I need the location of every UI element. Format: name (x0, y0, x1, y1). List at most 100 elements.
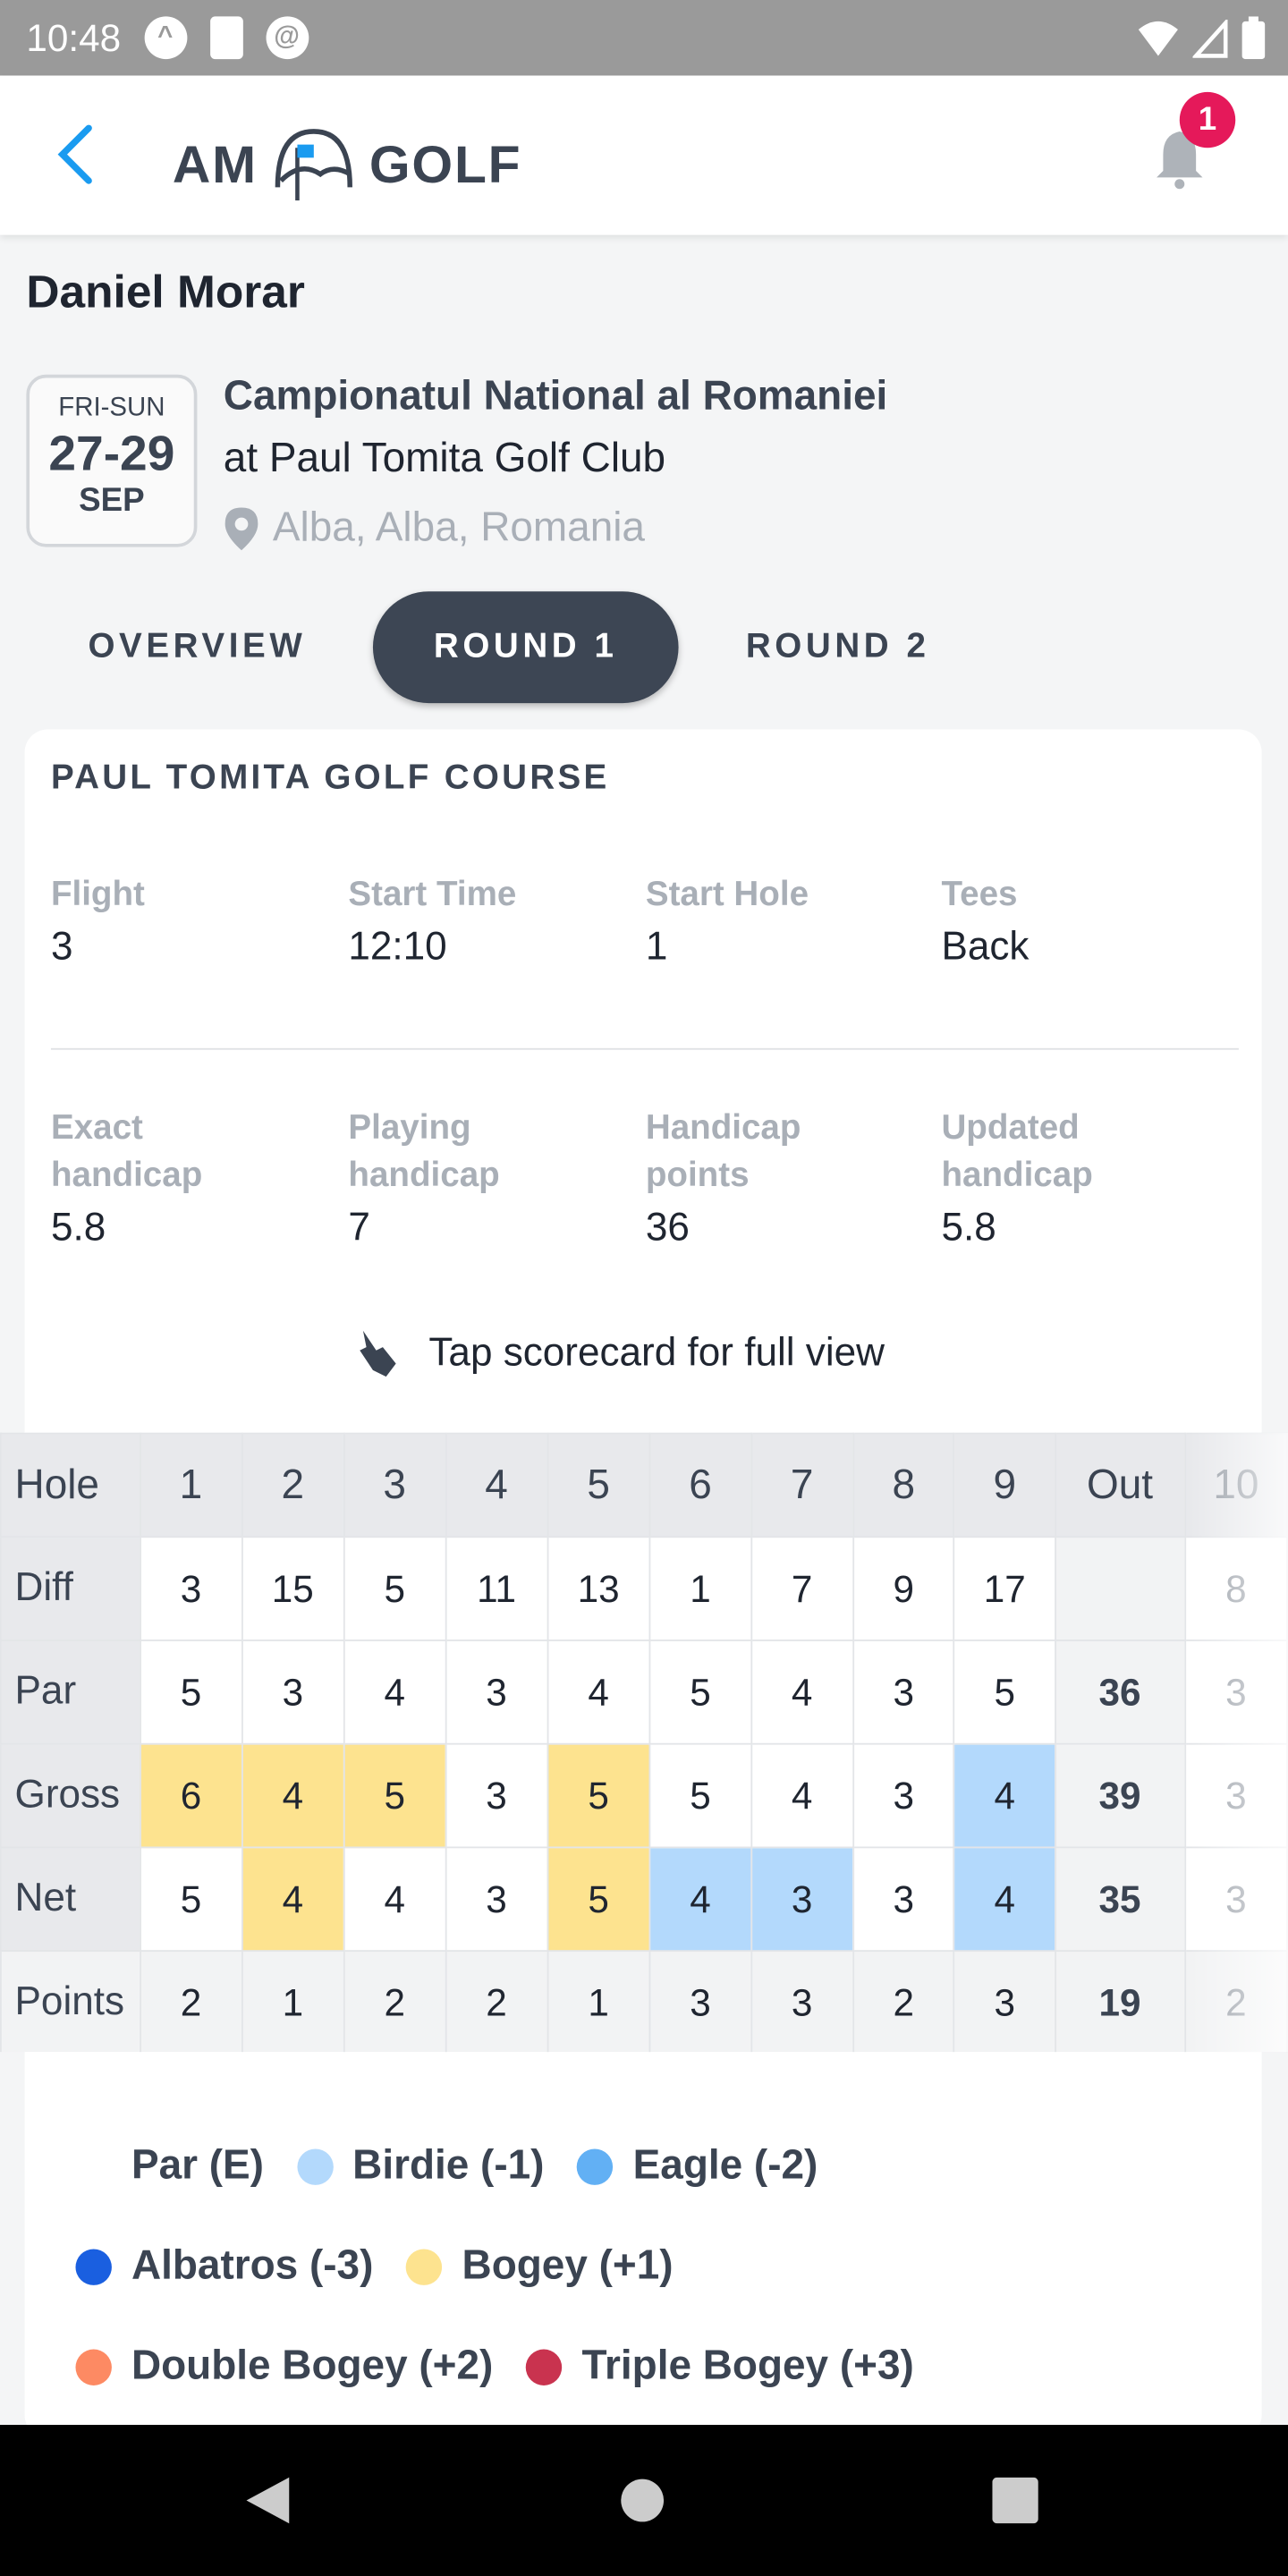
score-cell: 1 (547, 1950, 651, 2053)
back-button[interactable] (46, 122, 105, 187)
location-text: Alba, Alba, Romania (272, 504, 645, 551)
score-cell: 11 (445, 1536, 548, 1641)
score-cell: 3 (445, 1640, 548, 1745)
tab-round-1[interactable]: ROUND 1 (372, 591, 679, 704)
score-cell: 3 (953, 1950, 1056, 2053)
legend-dot-icon (75, 2148, 112, 2184)
info-label: Tees (941, 875, 1018, 914)
score-cell: 5 (139, 1640, 243, 1745)
score-cell: 1 (648, 1536, 752, 1641)
info-label: Exact handicap (50, 1108, 203, 1195)
wifi-icon (1138, 21, 1178, 56)
score-cell: 4 (241, 1742, 345, 1849)
legend-item: Triple Bogey (+3) (526, 2343, 914, 2390)
nav-recents-icon[interactable] (992, 2477, 1038, 2524)
legend-row: Double Bogey (+2) Triple Bogey (+3) (75, 2343, 914, 2390)
score-cell: 2 (445, 1950, 548, 2053)
score-cell: 5 (648, 1640, 752, 1745)
info-tees: Tees Back (941, 870, 1029, 970)
score-cell: 13 (547, 1536, 651, 1641)
score-cell: 4 (343, 1640, 446, 1745)
legend-dot-icon (406, 2248, 443, 2284)
info-flight: Flight 3 (51, 870, 145, 970)
legend-item: Bogey (+1) (406, 2242, 674, 2290)
course-name: PAUL TOMITA GOLF COURSE (50, 758, 610, 797)
score-cell: 2 (139, 1950, 243, 2053)
score-cell: 5 (547, 1846, 651, 1953)
scorecard-table[interactable]: Hole123456789Out10Diff31551113179178Par5… (0, 1432, 1288, 2053)
score-cell: 2 (852, 1950, 955, 2053)
tap-hand-icon (360, 1330, 396, 1377)
handicap-points: Handicap points 36 (646, 1104, 843, 1251)
score-cell: 3 (648, 1950, 752, 2053)
event-days: FRI-SUN (58, 394, 165, 423)
info-value: 3 (50, 925, 73, 970)
score-cell: 35 (1054, 1846, 1186, 1953)
tab-overview[interactable]: OVERVIEW (49, 591, 345, 703)
score-cell: 6 (648, 1432, 752, 1538)
legend-label: Triple Bogey (+3) (581, 2343, 914, 2389)
info-label: Playing handicap (348, 1108, 500, 1195)
event-month: SEP (79, 483, 145, 520)
score-cell: 7 (750, 1432, 854, 1538)
legend-item: Birdie (-1) (296, 2142, 545, 2190)
scorecard-tip: Tap scorecard for full view (353, 1327, 885, 1380)
score-cell: 4 (750, 1640, 854, 1745)
score-cell: 3 (852, 1846, 955, 1953)
score-cell: 5 (139, 1846, 243, 1953)
scorecard-row-net: Net544354334353 (0, 1846, 1288, 1953)
score-cell: 4 (547, 1640, 651, 1745)
score-cell: 3 (241, 1640, 345, 1745)
nav-home-icon[interactable] (619, 2478, 665, 2523)
score-cell: 7 (750, 1536, 854, 1641)
score-cell: 5 (953, 1640, 1056, 1745)
row-label: Gross (0, 1742, 141, 1849)
score-cell: 15 (241, 1536, 345, 1641)
scorecard-row-points: Points212213323192 (0, 1950, 1288, 2053)
row-label: Hole (0, 1432, 141, 1538)
status-bar: 10:48 ^ @ (0, 0, 1288, 76)
info-label: Updated handicap (941, 1108, 1093, 1195)
app-header: AM GOLF (0, 75, 1288, 235)
legend-row: Albatros (-3) Bogey (+1) (75, 2242, 674, 2290)
score-cell: 4 (241, 1846, 345, 1953)
legend-label: Bogey (+1) (462, 2242, 674, 2289)
golf-umbrella-icon (275, 129, 352, 201)
legend-label: Double Bogey (+2) (131, 2343, 494, 2389)
score-cell: 5 (547, 1432, 651, 1538)
score-cell: 3 (139, 1536, 243, 1641)
score-cell: 4 (953, 1846, 1056, 1953)
info-label: Start Time (348, 875, 517, 914)
score-cell (1054, 1536, 1186, 1641)
score-cell: 5 (648, 1742, 752, 1849)
legend-label: Birdie (-1) (352, 2142, 545, 2189)
app-notification-icon: ^ (143, 16, 187, 60)
legend-item: Albatros (-3) (75, 2242, 373, 2290)
amgolf-logo: AM GOLF (173, 125, 522, 204)
legend-dot-icon (526, 2348, 563, 2385)
nav-back-icon[interactable] (243, 2474, 292, 2527)
info-label: Handicap points (645, 1108, 801, 1195)
score-cell: 1 (139, 1432, 243, 1538)
info-value: Back (941, 925, 1030, 970)
scorecard-row-hole: Hole123456789Out10 (0, 1432, 1288, 1538)
score-cell: 4 (750, 1742, 854, 1849)
sd-card-icon (209, 16, 243, 60)
tab-round-2[interactable]: ROUND 2 (707, 591, 970, 703)
legend-dot-icon (296, 2148, 334, 2184)
android-nav-bar (0, 2425, 1288, 2576)
info-start-hole: Start Hole 1 (646, 870, 809, 970)
row-label: Diff (0, 1536, 141, 1641)
event-title: Campionatul National al Romaniei (223, 372, 888, 419)
notification-count-badge: 1 (1179, 91, 1236, 148)
legend-row: Par (E) Birdie (-1) Eagle (-2) (75, 2142, 818, 2190)
legend-dot-icon (75, 2248, 112, 2284)
scorecard-row-diff: Diff31551113179178 (0, 1536, 1288, 1641)
info-value: 12:10 (348, 925, 447, 970)
scorecard-row-par: Par534345435363 (0, 1640, 1288, 1745)
scorecard[interactable]: Hole123456789Out10Diff31551113179178Par5… (0, 1432, 1288, 2053)
battery-icon (1241, 16, 1266, 60)
legend-item: Par (E) (75, 2142, 264, 2190)
playing-handicap: Playing handicap 7 (348, 1104, 545, 1251)
app-screen: 10:48 ^ @ AM GOLF 1 Daniel Morar FRI-SUN… (0, 0, 1288, 2576)
